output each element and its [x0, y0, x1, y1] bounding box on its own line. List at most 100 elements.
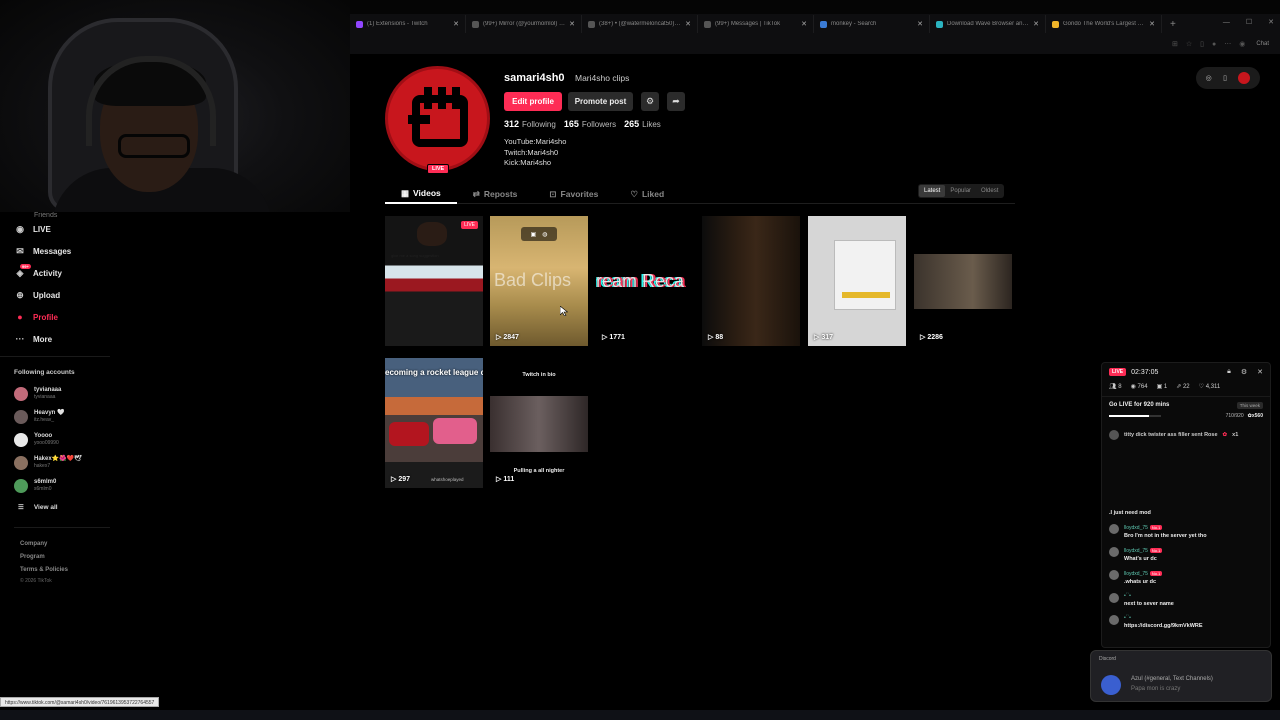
following-count: 312 [504, 119, 520, 129]
window-controls: — ☐ ✕ [1223, 14, 1274, 32]
browser-tab[interactable]: monkey - Search ✕ [814, 15, 930, 33]
chat-user[interactable]: •ˊˋ• [1124, 593, 1131, 599]
chat-user[interactable]: •ˊˋ• [1124, 615, 1131, 621]
goal-reward: ✿x560 [1247, 413, 1263, 419]
browser-tab-bar: (1) Extensions - Twitch ✕ (99+) Mirror (@… [350, 14, 1280, 34]
tab-liked[interactable]: ♡ Liked [614, 184, 680, 204]
browser-tab[interactable]: (99+) Messages | TikTok ✕ [698, 15, 814, 33]
following-account[interactable]: tyvianaaa tyvianaaa [0, 382, 120, 405]
translate-icon[interactable]: ⊞ [1172, 40, 1178, 48]
discord-notification[interactable]: Discord Azul (#general, Text Channels) P… [1090, 650, 1272, 702]
live-panel: LIVE 02:37:05 🔒︎ ⚙ ✕ 👥︎ 8 ◉ 764 ▣ 1 ⇗ 22 ♡… [1101, 362, 1271, 648]
video-thumbnail[interactable]: ▣ ◍ Bad Clips ▷ 2847 [490, 216, 588, 346]
sort-popular-button[interactable]: Popular [945, 185, 976, 197]
tab-favorites[interactable]: ⊡ Favorites [533, 184, 614, 204]
sidebar-item-more[interactable]: ··· More [0, 328, 120, 350]
sort-oldest-button[interactable]: Oldest [976, 185, 1003, 197]
following-account[interactable]: Heavyn 🤍 itz.heav_ [0, 405, 120, 428]
live-badge[interactable]: LIVE [427, 164, 450, 174]
browser-tab[interactable]: (1) Extensions - Twitch ✕ [350, 15, 466, 33]
footer-link-company[interactable]: Company [20, 538, 110, 551]
sidebar-item-upload[interactable]: ⊕ Upload [0, 284, 120, 306]
view-all-button[interactable]: ☰ View all [0, 497, 120, 517]
video-thumbnail[interactable]: ▷ 2286 [914, 216, 1012, 346]
view-count: ▷ 88 [708, 334, 724, 341]
tab-favicon-icon [472, 20, 479, 28]
profile-avatar[interactable] [385, 66, 490, 171]
thumbnail-scene [490, 396, 588, 452]
minimize-icon[interactable]: — [1223, 14, 1230, 32]
chat-message: •ˊˋ• next to sever name [1109, 593, 1265, 608]
chat-text[interactable]: https://discord.gg/9kmVkWRE [1124, 622, 1203, 630]
new-tab-button[interactable]: + [1162, 19, 1184, 30]
close-icon[interactable]: ✕ [1033, 20, 1039, 28]
video-thumbnail[interactable]: Twitch in bio Pulling a all nighter ▷ 11… [490, 358, 588, 488]
browser-tab[interactable]: (99+) Mirror (@yourmomlol) | TikTok ✕ [466, 15, 582, 33]
close-icon[interactable]: ✕ [1149, 20, 1155, 28]
following-account[interactable]: s6mlm0 s6mlm0 [0, 474, 120, 497]
following-stat[interactable]: 312 Following [504, 119, 556, 129]
profile-icon[interactable]: ● [1212, 41, 1216, 48]
close-icon[interactable]: ✕ [453, 20, 459, 28]
tab-label: Favorites [560, 189, 599, 199]
extensions-icon[interactable]: ⋯ [1224, 40, 1231, 48]
view-count: ▷ 297 [391, 476, 411, 483]
tab-videos[interactable]: ▦ Videos [385, 184, 457, 204]
share-button[interactable]: ➦ [667, 92, 685, 111]
close-window-icon[interactable]: ✕ [1268, 14, 1274, 32]
thumbnail-face [417, 222, 447, 246]
maximize-icon[interactable]: ☐ [1246, 14, 1252, 32]
close-icon[interactable]: ✕ [1257, 368, 1263, 376]
compass-icon[interactable]: ◎ [1206, 74, 1212, 82]
sidebar-item-live[interactable]: ◉ LIVE [0, 218, 120, 240]
gift-notification: titty dick twister ass filler sent Rose … [1109, 430, 1263, 440]
browser-tab[interactable]: Download Wave Browser and Cl... ✕ [930, 15, 1046, 33]
phone-icon[interactable]: ▯ [1223, 74, 1227, 82]
account-name: s6mlm0 [34, 479, 57, 485]
sidebar-toggle-icon[interactable]: ▯ [1200, 40, 1204, 48]
viewers-count: 8 [1118, 384, 1122, 390]
record-icon[interactable] [1238, 72, 1251, 84]
screen: (1) Extensions - Twitch ✕ (99+) Mirror (@… [0, 0, 1280, 720]
close-icon[interactable]: ✕ [685, 20, 691, 28]
tab-reposts[interactable]: ⇄ Reposts [457, 184, 534, 204]
video-thumbnail[interactable]: ream Reca ▷ 1771 [596, 216, 694, 346]
goal-progress-text: 710/920 [1225, 413, 1244, 419]
tab-title: monkey - Search [831, 21, 877, 27]
video-thumbnail[interactable]: ▷ 317 [808, 216, 906, 346]
view-count: ▷ 2286 [920, 334, 943, 341]
chat-user[interactable]: lloydxd_75 [1124, 571, 1148, 577]
sidebar-item-profile[interactable]: ● Profile [0, 306, 120, 328]
video-thumbnail[interactable]: ▷ 88 [702, 216, 800, 346]
chat-extension-button[interactable]: Chat [1253, 40, 1272, 48]
following-account[interactable]: Yoooo yooo09990 [0, 428, 120, 451]
footer-link-program[interactable]: Program [20, 551, 110, 564]
sidebar-item-messages[interactable]: ✉ Messages [0, 240, 120, 262]
browser-tab[interactable]: Gondo The World's Largest Sod... ✕ [1046, 15, 1162, 33]
bookmark-star-icon[interactable]: ☆ [1186, 40, 1192, 48]
pip-icon[interactable]: ▣ [531, 231, 537, 238]
sort-latest-button[interactable]: Latest [919, 185, 946, 197]
edit-profile-button[interactable]: Edit profile [504, 92, 562, 111]
video-thumbnail[interactable]: LIVE give me a song suggestion [385, 216, 483, 346]
chat-message: lloydxd_75 No.1 Bro I'm not in the server … [1109, 524, 1265, 540]
close-icon[interactable]: ✕ [917, 20, 923, 28]
chrome-icon[interactable]: ◉ [1239, 40, 1245, 48]
chat-user[interactable]: lloydxd_75 [1124, 548, 1148, 554]
sidebar-item-activity[interactable]: ◈ 99+ Activity [0, 262, 120, 284]
promote-post-button[interactable]: Promote post [568, 92, 633, 111]
bio-line: YouTube:Mari4sho [504, 137, 567, 146]
footer-link-terms[interactable]: Terms & Policies [20, 564, 110, 577]
mute-icon[interactable]: ◍ [542, 231, 547, 238]
following-account[interactable]: Hakex⭐🌺❤️🕊 hakex7 [0, 451, 120, 474]
lock-icon[interactable]: 🔒︎ [1227, 368, 1231, 376]
followers-stat[interactable]: 165 Followers [564, 119, 616, 129]
browser-tab[interactable]: (38+) • (@watermeloncat50) | TikTok ✕ [582, 15, 698, 33]
settings-button[interactable]: ⚙ [641, 92, 659, 111]
gear-icon[interactable]: ⚙ [1241, 368, 1247, 376]
close-icon[interactable]: ✕ [569, 20, 575, 28]
chat-user[interactable]: lloydxd_75 [1124, 525, 1148, 531]
close-icon[interactable]: ✕ [801, 20, 807, 28]
video-thumbnail[interactable]: ecoming a rocket league chud?? whatshoep… [385, 358, 483, 488]
gifts-stat: ▣ 1 [1156, 384, 1168, 390]
